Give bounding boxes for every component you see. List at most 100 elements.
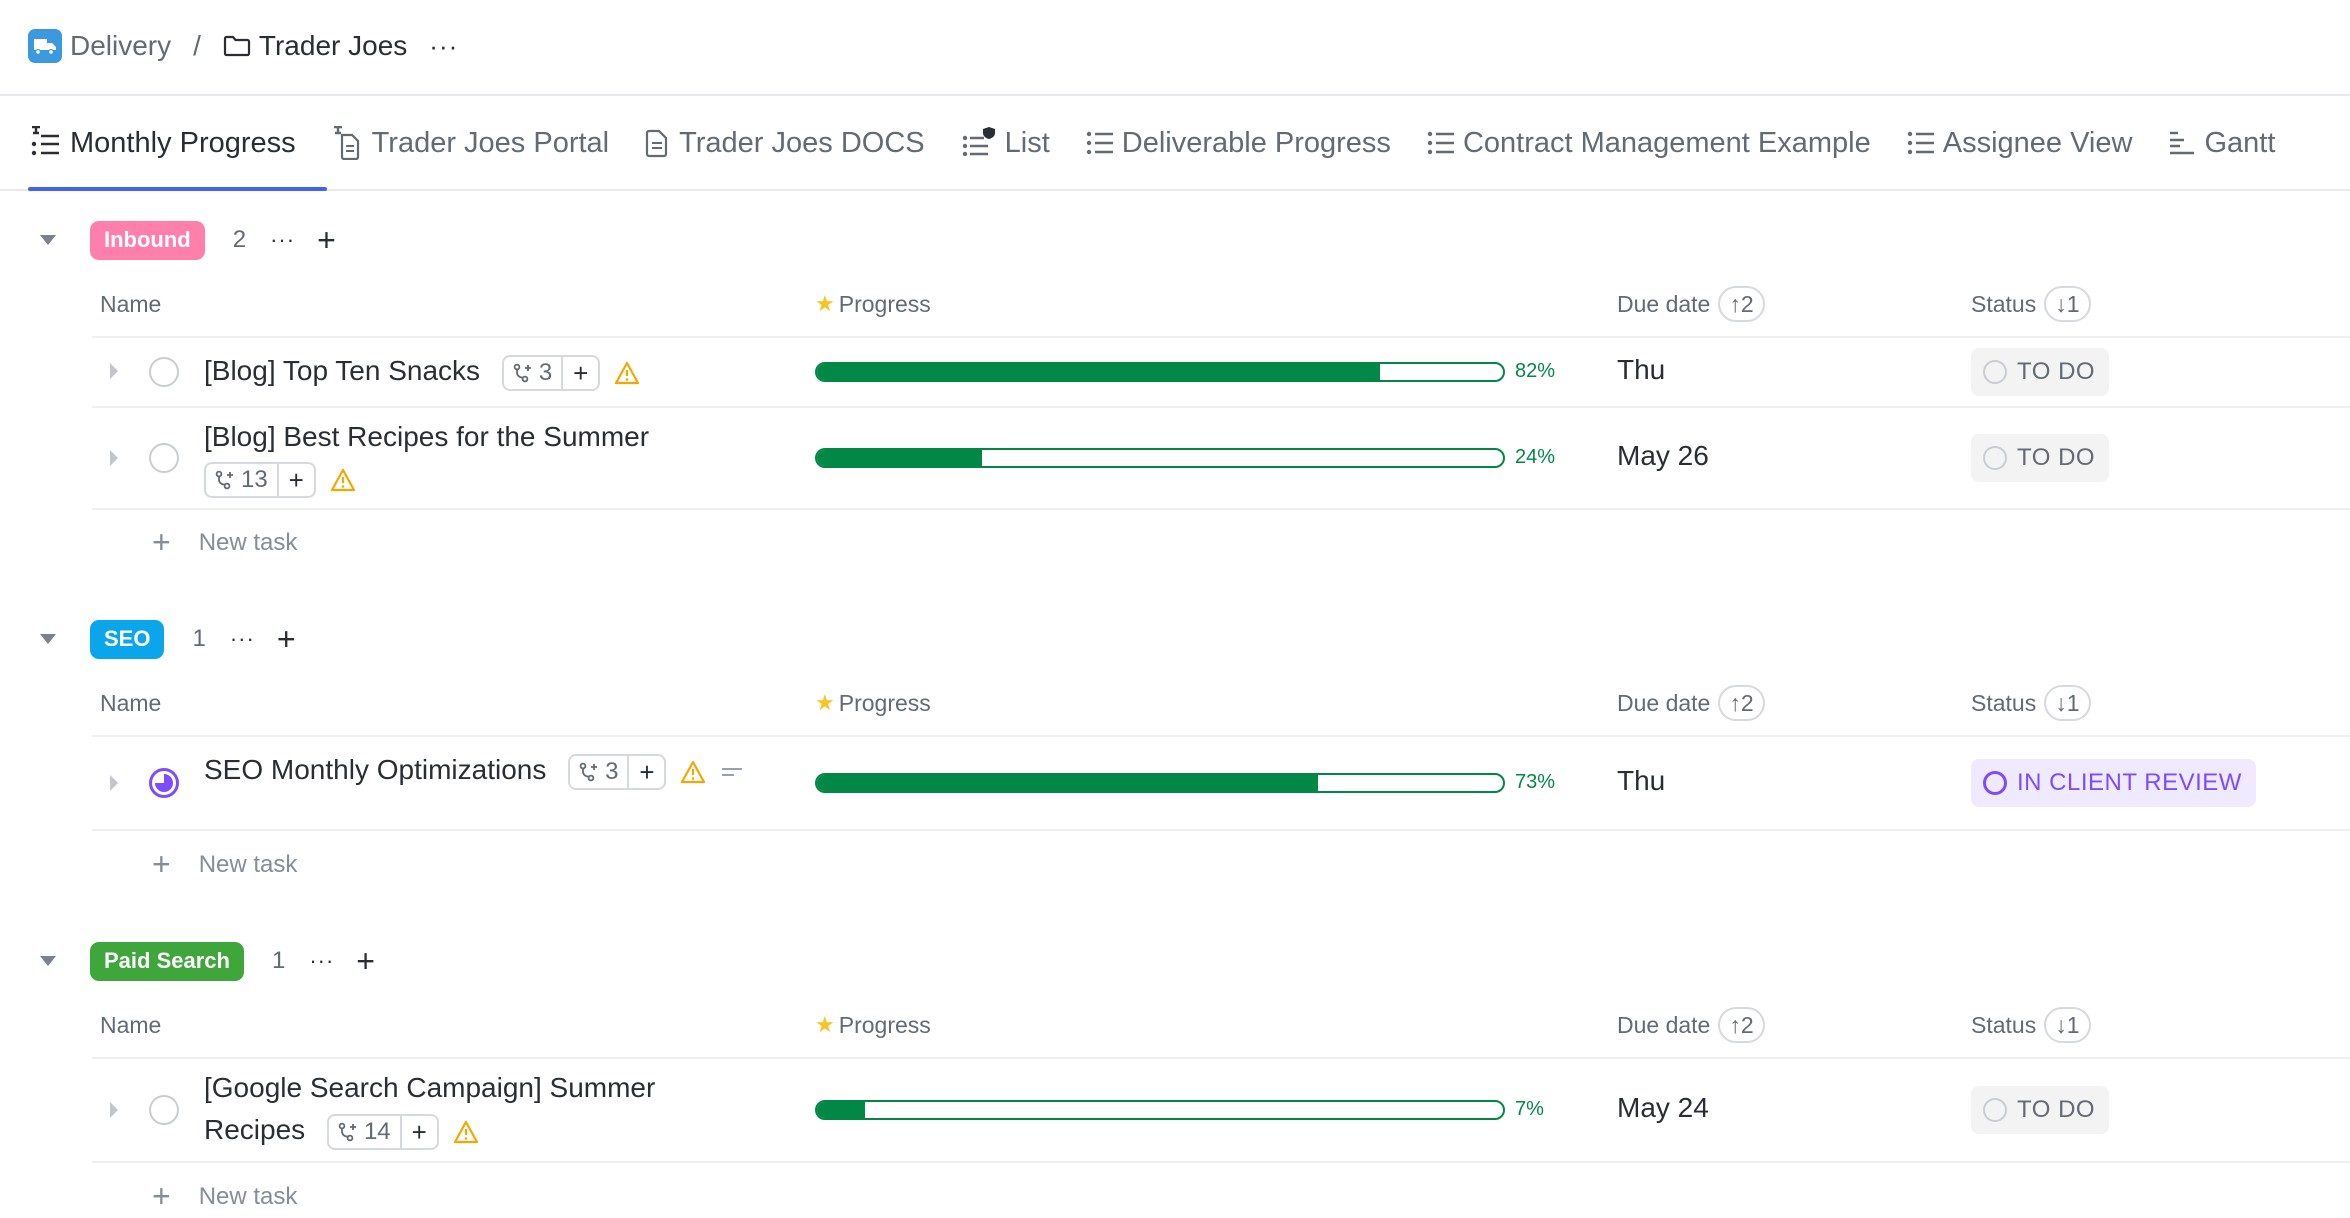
- task-row[interactable]: [Google Search Campaign] Summer Recipes …: [92, 1059, 2350, 1161]
- progress-bar: [815, 362, 1505, 382]
- group-add-button[interactable]: +: [317, 224, 336, 256]
- add-subtask-button[interactable]: +: [561, 356, 598, 389]
- status-circle-icon[interactable]: [149, 1095, 179, 1125]
- column-progress[interactable]: ★ Progress: [815, 284, 931, 324]
- add-subtask-button[interactable]: +: [276, 463, 314, 496]
- expand-caret-icon[interactable]: [110, 363, 118, 379]
- warning-icon: [453, 1120, 479, 1144]
- new-task-button[interactable]: + New task: [152, 846, 297, 883]
- plus-icon: +: [152, 524, 171, 560]
- task-row[interactable]: SEO Monthly Optimizations 3 + 73% Thu IN…: [92, 737, 2350, 829]
- progress-fill: [817, 775, 1318, 791]
- tab-trader-joes-docs[interactable]: Trader Joes DOCS: [645, 96, 925, 190]
- group-add-button[interactable]: +: [277, 623, 296, 655]
- status-sort-badge[interactable]: ↓1: [2044, 1007, 2091, 1043]
- task-name[interactable]: [Google Search Campaign] Summer: [204, 1067, 655, 1109]
- group-more-button[interactable]: ···: [230, 626, 255, 652]
- column-status[interactable]: Status ↓1: [1971, 683, 2091, 723]
- progress-fill: [817, 1102, 866, 1118]
- column-status[interactable]: Status ↓1: [1971, 284, 2091, 324]
- status-sort-badge[interactable]: ↓1: [2044, 685, 2091, 721]
- tab-deliverable-progress[interactable]: Deliverable Progress: [1086, 96, 1391, 190]
- column-due-date[interactable]: Due date ↑2: [1617, 1005, 1765, 1045]
- status-badge[interactable]: TO DO: [1971, 434, 2110, 482]
- column-due-date[interactable]: Due date ↑2: [1617, 284, 1765, 324]
- collapse-caret-icon[interactable]: [40, 634, 56, 644]
- breadcrumb-more-button[interactable]: ···: [429, 31, 458, 62]
- folder-icon: [223, 34, 251, 58]
- group-add-button[interactable]: +: [356, 945, 375, 977]
- tab-label: Deliverable Progress: [1121, 126, 1391, 159]
- progress-percent: 24%: [1515, 446, 1556, 468]
- due-date[interactable]: May 26: [1617, 440, 1709, 472]
- tab-label: Monthly Progress: [70, 126, 296, 159]
- subtask-count-button[interactable]: 14: [329, 1116, 400, 1148]
- status-todo-icon: [1983, 360, 2007, 384]
- status-in-progress-icon[interactable]: [149, 768, 179, 798]
- collapse-caret-icon[interactable]: [40, 235, 56, 245]
- group-more-button[interactable]: ···: [270, 227, 295, 253]
- due-date[interactable]: Thu: [1617, 354, 1665, 386]
- subtask-icon: [579, 762, 598, 781]
- group-tag[interactable]: Paid Search: [90, 941, 244, 981]
- column-progress[interactable]: ★ Progress: [815, 1005, 931, 1045]
- due-date[interactable]: May 24: [1617, 1092, 1709, 1124]
- add-subtask-button[interactable]: +: [627, 755, 664, 788]
- status-label: TO DO: [2017, 1096, 2096, 1123]
- task-name[interactable]: SEO Monthly Optimizations: [204, 754, 546, 785]
- status-badge[interactable]: TO DO: [1971, 1086, 2110, 1134]
- status-circle-icon[interactable]: [149, 443, 179, 473]
- column-name[interactable]: Name: [100, 683, 161, 723]
- row-divider: [92, 508, 2350, 510]
- new-task-label: New task: [198, 1182, 298, 1210]
- due-sort-badge[interactable]: ↑2: [1718, 1007, 1765, 1043]
- status-circle-icon[interactable]: [149, 357, 179, 387]
- expand-caret-icon[interactable]: [110, 1102, 118, 1118]
- status-sort-badge[interactable]: ↓1: [2044, 286, 2091, 322]
- new-task-button[interactable]: + New task: [152, 524, 297, 561]
- group-tag[interactable]: SEO: [90, 619, 165, 659]
- due-date[interactable]: Thu: [1617, 765, 1665, 797]
- due-sort-badge[interactable]: ↑2: [1718, 286, 1765, 322]
- tab-label: Trader Joes DOCS: [679, 126, 925, 159]
- description-icon[interactable]: [720, 765, 744, 779]
- progress-percent: 82%: [1515, 360, 1556, 382]
- task-name[interactable]: [Blog] Top Ten Snacks: [204, 355, 480, 386]
- breadcrumb-space[interactable]: Delivery: [70, 30, 171, 62]
- task-name-continued[interactable]: Recipes: [204, 1114, 305, 1145]
- tab-trader-joes-portal[interactable]: Trader Joes Portal: [332, 96, 609, 190]
- column-name[interactable]: Name: [100, 1005, 161, 1045]
- subtask-count-button[interactable]: 3: [504, 357, 561, 389]
- group-more-button[interactable]: ···: [309, 948, 334, 974]
- status-badge[interactable]: IN CLIENT REVIEW: [1971, 759, 2256, 807]
- column-name[interactable]: Name: [100, 284, 161, 324]
- tab-gantt[interactable]: Gantt: [2168, 96, 2275, 190]
- new-task-button[interactable]: + New task: [152, 1178, 297, 1215]
- expand-caret-icon[interactable]: [110, 450, 118, 466]
- subtask-count-button[interactable]: 3: [570, 756, 627, 788]
- status-badge[interactable]: TO DO: [1971, 348, 2110, 396]
- group-tag[interactable]: Inbound: [90, 220, 205, 260]
- subtask-icon: [215, 470, 233, 489]
- tab-contract-management-example[interactable]: Contract Management Example: [1427, 96, 1871, 190]
- task-row[interactable]: [Blog] Best Recipes for the Summer 13 + …: [92, 408, 2350, 508]
- column-status[interactable]: Status ↓1: [1971, 1005, 2091, 1045]
- column-due-date[interactable]: Due date ↑2: [1617, 683, 1765, 723]
- progress-bar: [815, 448, 1505, 468]
- tab-assignee-view[interactable]: Assignee View: [1907, 96, 2132, 190]
- breadcrumb-folder[interactable]: Trader Joes: [259, 30, 407, 62]
- task-row[interactable]: [Blog] Top Ten Snacks 3 + 82% Thu TO DO: [92, 338, 2350, 406]
- subtask-count-button[interactable]: 13: [206, 464, 277, 496]
- column-due-label: Due date: [1617, 1011, 1711, 1038]
- tab-monthly-progress[interactable]: Monthly Progress: [28, 96, 296, 190]
- add-subtask-button[interactable]: +: [399, 1115, 437, 1148]
- task-name[interactable]: [Blog] Best Recipes for the Summer: [204, 416, 649, 458]
- expand-caret-icon[interactable]: [110, 775, 118, 791]
- due-sort-badge[interactable]: ↑2: [1718, 685, 1765, 721]
- progress-fill: [817, 364, 1380, 380]
- progress-percent: 73%: [1515, 771, 1556, 793]
- column-progress[interactable]: ★ Progress: [815, 683, 931, 723]
- collapse-caret-icon[interactable]: [40, 956, 56, 966]
- tab-list[interactable]: List: [961, 96, 1050, 190]
- star-icon: ★: [815, 291, 835, 316]
